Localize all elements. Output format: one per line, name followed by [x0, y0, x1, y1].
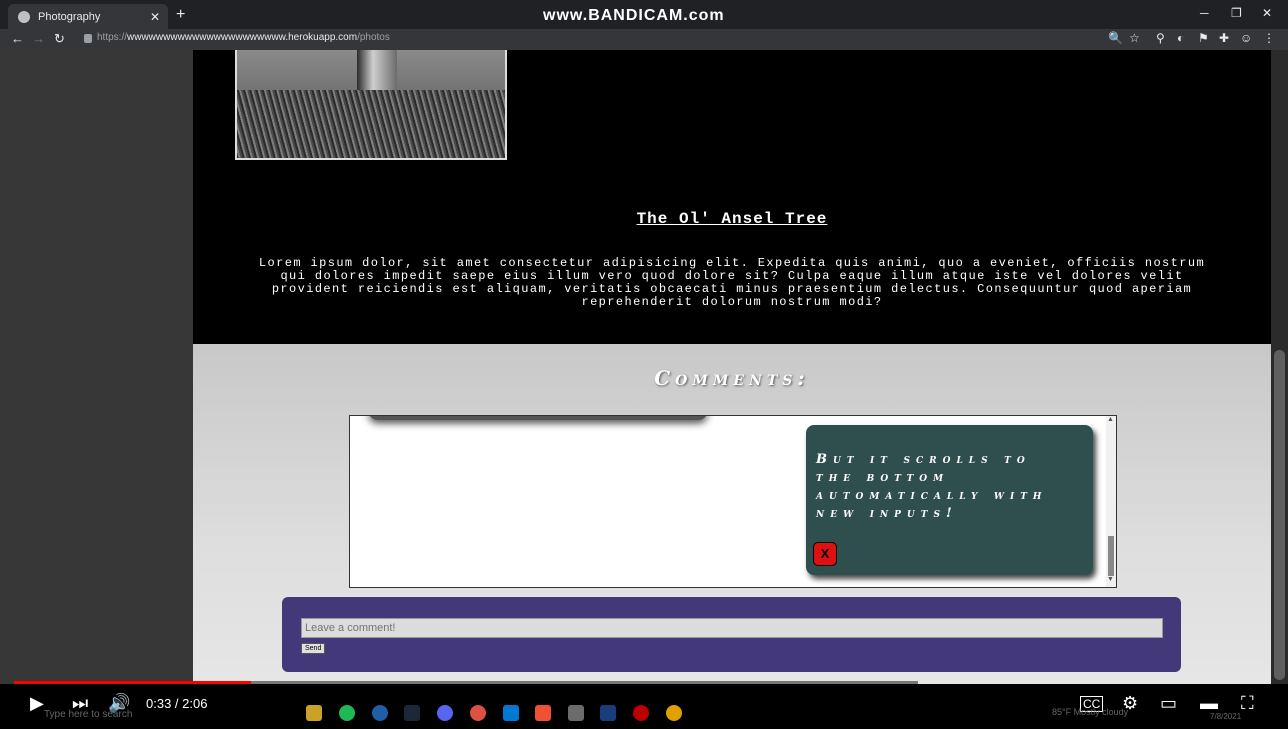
scroll-down-arrow-icon[interactable]: ▼: [1107, 576, 1114, 583]
tab-photography[interactable]: Photography ✕: [8, 4, 168, 29]
maximize-button[interactable]: ❐: [1231, 6, 1242, 20]
comment-text: But it scrolls to the bottom automatical…: [816, 452, 1048, 521]
browser-toolbar: ← → ↻ https://wwwwwwwwwwwwwwwwwwwwww.her…: [0, 29, 1288, 50]
new-tab-button[interactable]: +: [176, 6, 185, 24]
url-path: /photos: [357, 32, 390, 43]
bandicam-icon[interactable]: [666, 705, 682, 721]
chrome-icon[interactable]: [470, 705, 486, 721]
forward-button[interactable]: →: [32, 31, 45, 46]
discord-icon[interactable]: [437, 705, 453, 721]
page-scroll-thumb[interactable]: [1274, 350, 1285, 680]
zoom-icon[interactable]: 🔍: [1108, 31, 1123, 45]
windows-taskbar: Type here to search 85°F Mostly cloudy 7…: [0, 700, 1288, 729]
delete-comment-button[interactable]: X: [813, 542, 837, 566]
photo-description: Lorem ipsum dolor, sit amet consectetur …: [258, 256, 1206, 309]
url-scheme: https://: [97, 32, 128, 43]
sidebar: [0, 50, 193, 684]
comments-heading: Comments:: [654, 366, 810, 390]
lock-icon: [84, 34, 92, 43]
previous-comment-card: [368, 416, 708, 420]
git-icon[interactable]: [535, 705, 551, 721]
profile-avatar[interactable]: ☺: [1240, 31, 1252, 45]
window-close-button[interactable]: ✕: [1262, 6, 1272, 20]
page-viewport: The Ol' Ansel Tree Lorem ipsum dolor, si…: [0, 50, 1288, 684]
comment-input[interactable]: [301, 618, 1163, 638]
comments-scroll-thumb[interactable]: [1108, 536, 1114, 576]
globe-icon: [18, 10, 30, 23]
reload-button[interactable]: ↻: [54, 31, 65, 47]
page-scrollbar[interactable]: [1271, 50, 1288, 684]
scroll-up-arrow-icon[interactable]: ▲: [1107, 416, 1114, 423]
file-explorer-icon[interactable]: [306, 705, 322, 721]
weather-status: 85°F Mostly cloudy: [1052, 707, 1129, 717]
minimize-button[interactable]: ─: [1200, 6, 1209, 20]
bookmark-star-icon[interactable]: ☆: [1129, 31, 1140, 45]
flag-extension-icon[interactable]: ⚑: [1198, 31, 1209, 45]
back-button[interactable]: ←: [11, 31, 24, 46]
color-extension-icon[interactable]: ◐: [1177, 31, 1184, 45]
record-icon[interactable]: [633, 705, 649, 721]
taskbar-date: 7/8/2021: [1210, 712, 1242, 721]
vscode-icon[interactable]: [503, 705, 519, 721]
tab-close-icon[interactable]: ✕: [150, 10, 160, 24]
comments-scrollbar[interactable]: ▲ ▼: [1106, 416, 1116, 587]
address-bar[interactable]: https://wwwwwwwwwwwwwwwwwwwwww.herokuapp…: [97, 32, 390, 43]
app-icon[interactable]: [372, 705, 388, 721]
puzzle-icon[interactable]: ✚: [1219, 31, 1229, 45]
extension-icon[interactable]: ⚲: [1156, 31, 1165, 45]
comments-list[interactable]: But it scrolls to the bottom automatical…: [349, 415, 1117, 588]
url-host: wwwwwwwwwwwwwwwwwwwwww.herokuapp.com: [127, 32, 358, 43]
comment-form: Send: [282, 597, 1181, 672]
app-icon-2[interactable]: [568, 705, 584, 721]
photo-title: The Ol' Ansel Tree: [636, 210, 828, 228]
recording-watermark: www.BANDICAM.com: [543, 7, 725, 24]
tab-title: Photography: [38, 10, 101, 23]
taskbar-search[interactable]: Type here to search: [44, 705, 274, 725]
spotify-icon[interactable]: [339, 705, 355, 721]
comment-card: But it scrolls to the bottom automatical…: [806, 425, 1093, 575]
menu-icon[interactable]: ⋮: [1263, 31, 1275, 45]
photos-icon[interactable]: [600, 705, 616, 721]
send-button[interactable]: Send: [301, 643, 326, 654]
browser-tab-strip: Photography ✕ + www.BANDICAM.com ─ ❐ ✕: [0, 0, 1288, 29]
steam-icon[interactable]: [404, 705, 420, 721]
tree-photo: [235, 50, 507, 160]
grass-field: [237, 90, 505, 158]
